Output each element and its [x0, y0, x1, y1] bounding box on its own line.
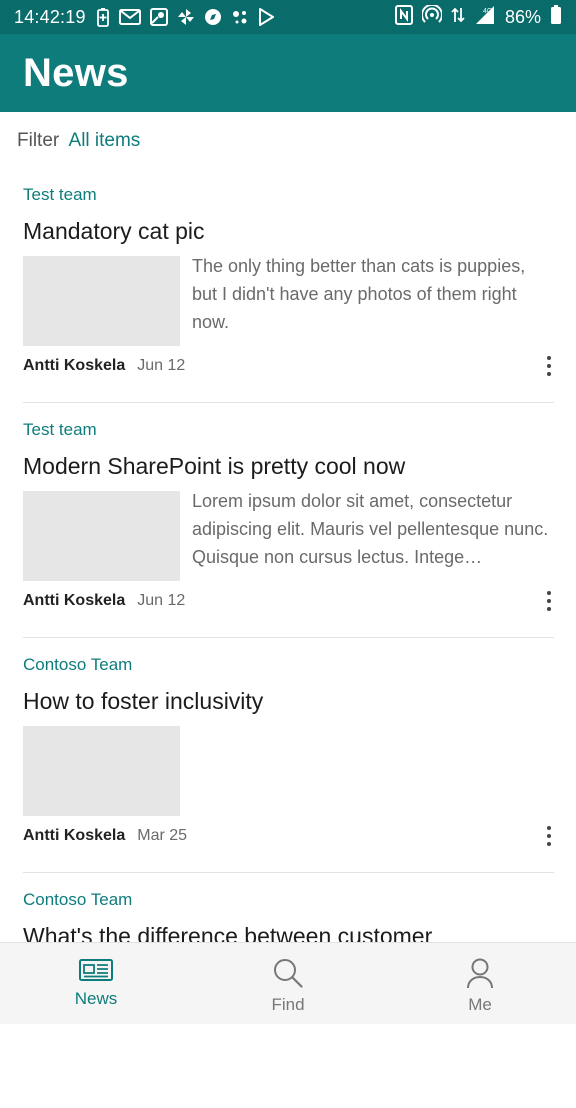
news-card[interactable]: Test team Mandatory cat pic The only thi…: [0, 168, 576, 403]
news-date: Jun 12: [137, 592, 186, 609]
news-date: Jun 12: [137, 357, 186, 374]
news-card[interactable]: Contoso Team How to foster inclusivity A…: [0, 638, 576, 873]
nav-label: Me: [468, 995, 492, 1014]
news-icon: [78, 957, 114, 983]
news-thumbnail[interactable]: [23, 491, 180, 581]
nfc-icon: [394, 4, 413, 30]
filter[interactable]: Filter All items: [17, 130, 140, 152]
filter-label: Filter: [17, 130, 60, 151]
person-icon: [465, 957, 495, 989]
nav-label: News: [74, 989, 118, 1008]
svg-text:4G: 4G: [483, 8, 492, 15]
battery-percent: 86%: [504, 6, 541, 27]
nav-news[interactable]: News: [0, 943, 192, 1024]
app-bar: News: [0, 34, 576, 112]
news-site[interactable]: Test team: [23, 185, 554, 205]
battery-icon: [550, 4, 562, 30]
news-summary: The only thing better than cats is puppi…: [192, 256, 526, 332]
news-site[interactable]: Test team: [23, 420, 554, 440]
news-site[interactable]: Contoso Team: [23, 890, 554, 910]
news-title[interactable]: Modern SharePoint is pretty cool now: [23, 452, 554, 480]
gmail-icon: [118, 8, 141, 26]
assistant-icon: [231, 8, 249, 26]
news-thumbnail[interactable]: [23, 726, 180, 816]
news-title[interactable]: Mandatory cat pic: [23, 217, 554, 245]
system-icons: 4G 86%: [394, 3, 562, 30]
maps-icon: [149, 8, 168, 26]
news-card[interactable]: Test team Modern SharePoint is pretty co…: [0, 403, 576, 638]
bottom-nav: News Find Me: [0, 942, 576, 1024]
play-store-icon: [258, 8, 274, 26]
hotspot-icon: [420, 3, 443, 30]
page-title: News: [23, 50, 129, 95]
nav-label: Find: [271, 995, 305, 1014]
news-date: Mar 25: [137, 827, 188, 844]
news-site[interactable]: Contoso Team: [23, 655, 554, 675]
news-author: Antti Koskela: [23, 827, 126, 844]
status-time: 14:42:19: [14, 6, 86, 27]
filter-value[interactable]: All items: [69, 130, 141, 151]
status-bar: 14:42:19 4G 86%: [0, 0, 576, 34]
search-icon: [270, 957, 306, 989]
pinwheel-icon: [177, 8, 195, 26]
news-summary: Lorem ipsum dolor sit amet, consectetur …: [192, 491, 549, 567]
more-options-icon[interactable]: [542, 354, 556, 378]
more-options-icon[interactable]: [542, 824, 556, 848]
news-thumbnail[interactable]: [23, 256, 180, 346]
more-options-icon[interactable]: [542, 589, 556, 613]
signal-icon: 4G: [474, 5, 496, 30]
notification-icons: [96, 7, 274, 27]
nav-find[interactable]: Find: [192, 943, 384, 1024]
data-arrows-icon: [451, 6, 465, 29]
nav-me[interactable]: Me: [384, 943, 576, 1024]
news-author: Antti Koskela: [23, 592, 126, 609]
news-title[interactable]: How to foster inclusivity: [23, 687, 554, 715]
battery-saver-icon: [96, 7, 110, 27]
news-author: Antti Koskela: [23, 357, 126, 374]
compass-icon: [204, 8, 222, 26]
